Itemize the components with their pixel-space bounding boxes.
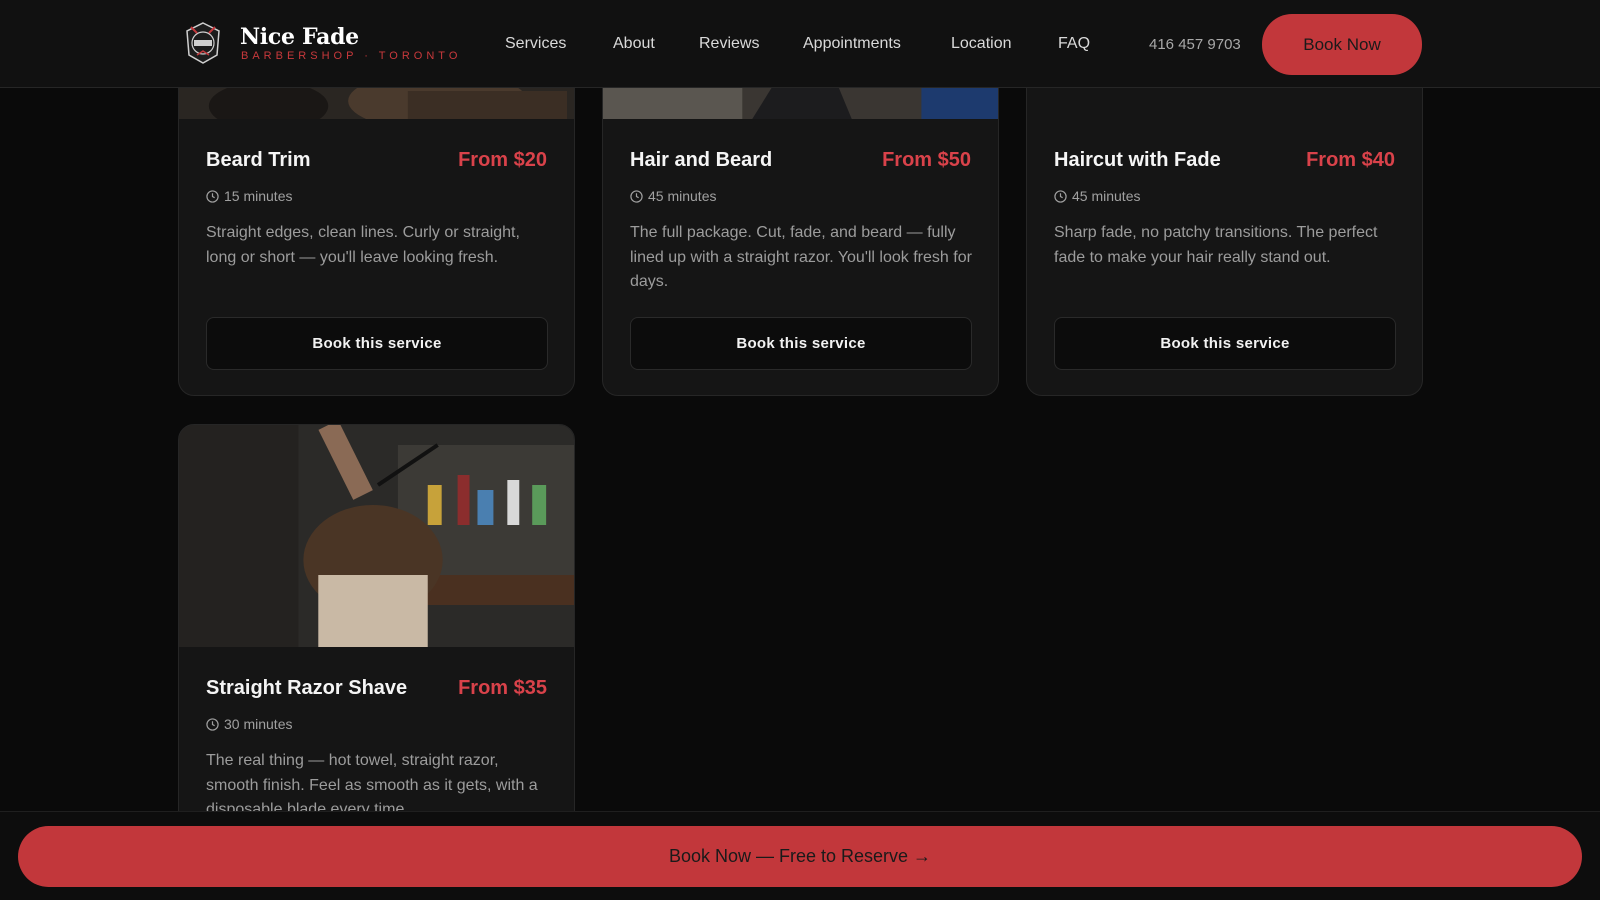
nav-faq[interactable]: FAQ bbox=[1058, 35, 1090, 53]
service-card-hair-and-beard: Hair and Beard From $50 45 minutes The f… bbox=[602, 60, 999, 396]
service-card-straight-razor-shave: Straight Razor Shave From $35 30 minutes… bbox=[178, 424, 575, 844]
duration-text: 45 minutes bbox=[648, 188, 717, 204]
service-duration: 15 minutes bbox=[206, 188, 292, 204]
service-title: Straight Razor Shave bbox=[206, 677, 408, 699]
duration-text: 30 minutes bbox=[224, 716, 293, 732]
phone-number[interactable]: 416 457 9703 bbox=[1149, 36, 1241, 53]
brand-name[interactable]: Nice Fade bbox=[240, 24, 359, 50]
book-now-free-button[interactable]: Book Now — Free to Reserve → bbox=[18, 826, 1582, 887]
service-description: Sharp fade, no patchy transitions. The p… bbox=[1054, 224, 1378, 266]
service-price: From $50 bbox=[882, 149, 971, 171]
book-now-button[interactable]: Book Now bbox=[1262, 14, 1422, 75]
nav-appointments[interactable]: Appointments bbox=[803, 35, 901, 53]
service-duration: 30 minutes bbox=[206, 716, 292, 732]
service-description: Straight edges, clean lines. Curly or st… bbox=[206, 224, 520, 266]
brand-tagline: BARBERSHOP · TORONTO bbox=[241, 50, 462, 62]
book-service-button[interactable]: Book this service bbox=[1054, 317, 1396, 370]
clock-icon bbox=[206, 717, 219, 731]
nav-services[interactable]: Services bbox=[505, 35, 566, 53]
service-card-haircut-with-fade: Haircut with Fade From $40 45 minutes Sh… bbox=[1026, 60, 1423, 396]
service-photo bbox=[179, 425, 574, 647]
service-price: From $20 bbox=[458, 149, 547, 171]
duration-text: 45 minutes bbox=[1072, 188, 1141, 204]
book-service-button[interactable]: Book this service bbox=[206, 317, 548, 370]
nav-about[interactable]: About bbox=[613, 35, 655, 53]
clock-icon bbox=[206, 189, 219, 203]
duration-text: 15 minutes bbox=[224, 188, 293, 204]
site-header: Nice Fade BARBERSHOP · TORONTO Services … bbox=[0, 0, 1600, 88]
barber-badge-icon[interactable] bbox=[183, 21, 223, 65]
sticky-cta-bar: Book Now — Free to Reserve → bbox=[0, 811, 1600, 900]
service-description: The full package. Cut, fade, and beard —… bbox=[630, 224, 972, 290]
book-service-button[interactable]: Book this service bbox=[630, 317, 972, 370]
clock-icon bbox=[630, 189, 643, 203]
service-price: From $35 bbox=[458, 677, 547, 699]
clock-icon bbox=[1054, 189, 1067, 203]
service-price: From $40 bbox=[1306, 149, 1395, 171]
service-card-beard-trim: Beard Trim From $20 15 minutes Straight … bbox=[178, 60, 575, 396]
service-duration: 45 minutes bbox=[630, 188, 716, 204]
service-title: Haircut with Fade bbox=[1054, 149, 1221, 171]
nav-location[interactable]: Location bbox=[951, 35, 1012, 53]
service-title: Hair and Beard bbox=[630, 149, 773, 171]
service-duration: 45 minutes bbox=[1054, 188, 1140, 204]
nav-reviews[interactable]: Reviews bbox=[699, 35, 759, 53]
service-title: Beard Trim bbox=[206, 149, 311, 171]
